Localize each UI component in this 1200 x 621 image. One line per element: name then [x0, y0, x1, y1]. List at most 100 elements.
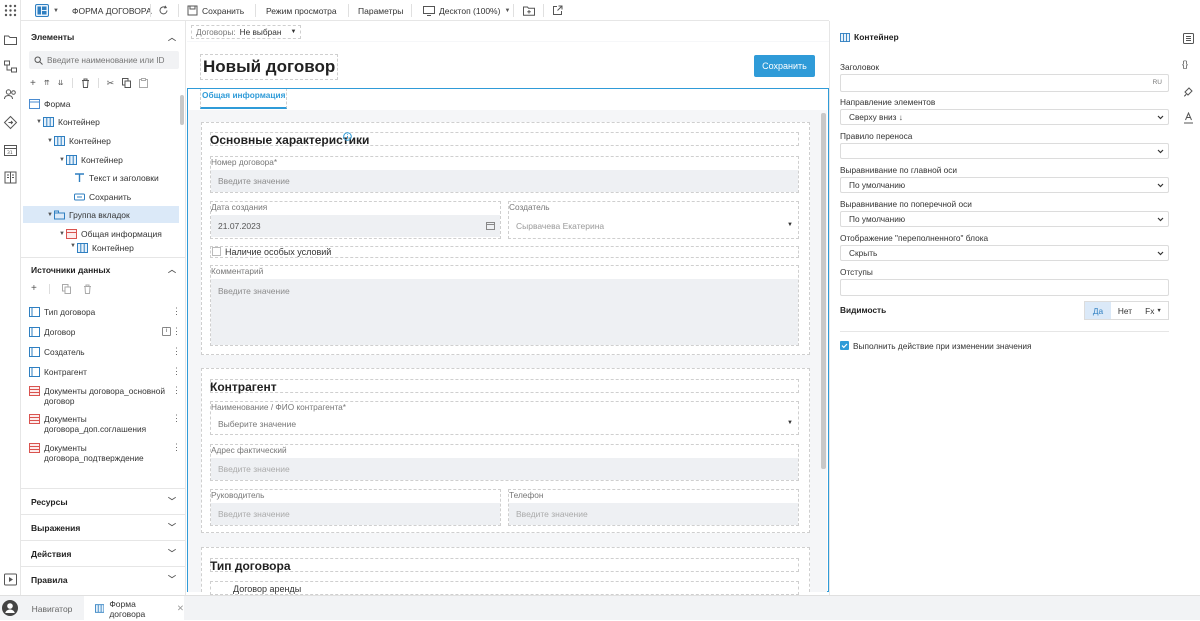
expressions-section-header[interactable]: Выражения ﹀: [21, 514, 186, 540]
copy-icon[interactable]: [61, 283, 71, 294]
datasource-item[interactable]: Документы договора_подтверждение ⋮: [29, 443, 181, 463]
info-icon[interactable]: [343, 132, 352, 141]
comment-textarea[interactable]: Введите значение: [211, 279, 798, 345]
tab-general-info[interactable]: Общая информация: [200, 88, 287, 109]
trash-icon[interactable]: [83, 284, 92, 294]
caret-down-icon[interactable]: ▼: [46, 212, 54, 218]
caret-down-icon[interactable]: ▼: [46, 138, 54, 144]
tree-item-container[interactable]: ▼ Контейнер: [23, 132, 179, 149]
rules-section-header[interactable]: Правила ﹀: [21, 566, 186, 592]
paint-icon[interactable]: [1183, 86, 1194, 97]
more-icon[interactable]: ⋮: [172, 327, 181, 336]
datasource-item[interactable]: Документы договора_основной договор ⋮: [29, 386, 181, 406]
cut-icon[interactable]: ✂: [107, 78, 115, 89]
canvas-scrollbar[interactable]: [821, 113, 826, 469]
save-button[interactable]: Сохранить: [754, 55, 815, 77]
padding-input[interactable]: [840, 279, 1169, 296]
users-icon[interactable]: [3, 87, 18, 102]
edit-badge-icon[interactable]: i: [162, 327, 171, 336]
form-type-selector[interactable]: ▼: [35, 0, 59, 21]
folder-add-button[interactable]: [523, 0, 535, 21]
lang-badge[interactable]: RU: [1153, 79, 1162, 86]
caret-down-icon[interactable]: ▼: [69, 243, 77, 249]
avatar[interactable]: [2, 600, 18, 616]
trash-icon[interactable]: [81, 78, 90, 88]
datasource-item[interactable]: Контрагент ⋮: [29, 367, 181, 377]
more-icon[interactable]: ⋮: [172, 414, 181, 423]
params-button[interactable]: Параметры: [358, 0, 403, 21]
elements-section-header[interactable]: Элементы ︿: [21, 26, 186, 48]
tree-item-text[interactable]: Текст и заголовки: [23, 169, 179, 186]
device-selector[interactable]: Десктоп (100%) ▼: [423, 0, 510, 21]
contract-type-option[interactable]: Договор аренды: [233, 584, 301, 594]
phone-input[interactable]: Введите значение: [509, 503, 798, 525]
visibility-fx[interactable]: Fx ▼: [1139, 302, 1168, 319]
caret-down-icon[interactable]: ▼: [58, 157, 66, 163]
more-icon[interactable]: ⋮: [172, 443, 181, 452]
text-style-icon[interactable]: [1183, 112, 1194, 124]
created-date-input[interactable]: 21.07.2023: [211, 215, 500, 237]
tree-item-container[interactable]: ▼ Контейнер: [23, 151, 179, 168]
visibility-no[interactable]: Нет: [1111, 302, 1139, 319]
properties-icon[interactable]: [1183, 33, 1194, 44]
tree-item-container[interactable]: ▼ Контейнер: [23, 243, 179, 255]
tab-navigator[interactable]: Навигатор: [22, 596, 82, 621]
caret-down-icon[interactable]: ▼: [35, 119, 43, 125]
elements-search[interactable]: [29, 51, 179, 69]
tree-item-container[interactable]: ▼ Контейнер: [23, 113, 179, 130]
tree-item-tab-group[interactable]: ▼ Группа вкладок: [23, 206, 179, 223]
datasource-item[interactable]: Договор i ⋮: [29, 327, 181, 337]
folder-icon[interactable]: [3, 32, 18, 47]
copy-icon[interactable]: [122, 78, 132, 88]
add-icon[interactable]: +: [30, 78, 36, 89]
process-icon[interactable]: [3, 115, 18, 130]
creator-select[interactable]: Сырвачева Екатерина ▼: [509, 215, 798, 237]
tree-scrollbar[interactable]: [180, 95, 184, 125]
add-icon[interactable]: +: [31, 283, 37, 294]
direction-select[interactable]: Сверху вниз ↓: [840, 109, 1169, 125]
contract-number-input[interactable]: Введите значение: [211, 170, 798, 192]
datasource-item[interactable]: Тип договора ⋮: [29, 307, 181, 317]
tab-contract-form[interactable]: Форма договора ✕: [84, 596, 184, 621]
book-icon[interactable]: [3, 170, 18, 185]
more-icon[interactable]: ⋮: [172, 367, 181, 376]
move-up-icon[interactable]: ⇈: [44, 79, 50, 87]
tree-item-save[interactable]: Сохранить: [23, 188, 179, 205]
more-icon[interactable]: ⋮: [172, 307, 181, 316]
heading-input[interactable]: RU: [840, 74, 1169, 92]
datasource-item[interactable]: Создатель ⋮: [29, 347, 181, 357]
hierarchy-icon[interactable]: [3, 59, 18, 74]
view-mode-button[interactable]: Режим просмотра: [266, 0, 337, 21]
calendar-icon[interactable]: 31: [3, 143, 18, 158]
paste-icon[interactable]: [139, 78, 149, 88]
counterparty-select[interactable]: Выберите значение ▼: [211, 414, 798, 434]
tree-item-tab[interactable]: ▼ Общая информация: [23, 225, 179, 242]
contracts-filter[interactable]: Договоры: Не выбран ▼: [191, 25, 302, 39]
special-conditions-checkbox[interactable]: [212, 247, 221, 256]
open-external-button[interactable]: [552, 0, 563, 21]
more-icon[interactable]: ⋮: [172, 347, 181, 356]
move-down-icon[interactable]: ⇊: [58, 79, 64, 87]
overflow-select[interactable]: Скрыть: [840, 245, 1169, 261]
close-icon[interactable]: ✕: [177, 603, 184, 614]
more-icon[interactable]: ⋮: [172, 386, 181, 395]
visibility-yes[interactable]: Да: [1085, 302, 1111, 319]
address-input[interactable]: Введите значение: [211, 458, 798, 480]
play-box-icon[interactable]: [3, 572, 18, 587]
caret-down-icon[interactable]: ▼: [58, 231, 66, 237]
apps-grid-icon[interactable]: [3, 3, 18, 18]
wrap-select[interactable]: [840, 143, 1169, 159]
refresh-button[interactable]: [158, 0, 169, 21]
tree-item-form[interactable]: Форма: [23, 95, 179, 112]
main-axis-select[interactable]: По умолчанию: [840, 177, 1169, 193]
actions-section-header[interactable]: Действия ﹀: [21, 540, 186, 566]
datasource-item[interactable]: Документы договора_доп.соглашения ⋮: [29, 414, 181, 434]
save-toolbar-button[interactable]: Сохранить: [187, 0, 244, 21]
resources-section-header[interactable]: Ресурсы ﹀: [21, 488, 186, 514]
search-input[interactable]: [47, 55, 177, 65]
datasources-section-header[interactable]: Источники данных ︿: [21, 257, 186, 281]
code-braces-icon[interactable]: {}: [1182, 59, 1188, 69]
cross-axis-select[interactable]: По умолчанию: [840, 211, 1169, 227]
run-action-checkbox[interactable]: [840, 341, 849, 350]
head-input[interactable]: Введите значение: [211, 503, 500, 525]
